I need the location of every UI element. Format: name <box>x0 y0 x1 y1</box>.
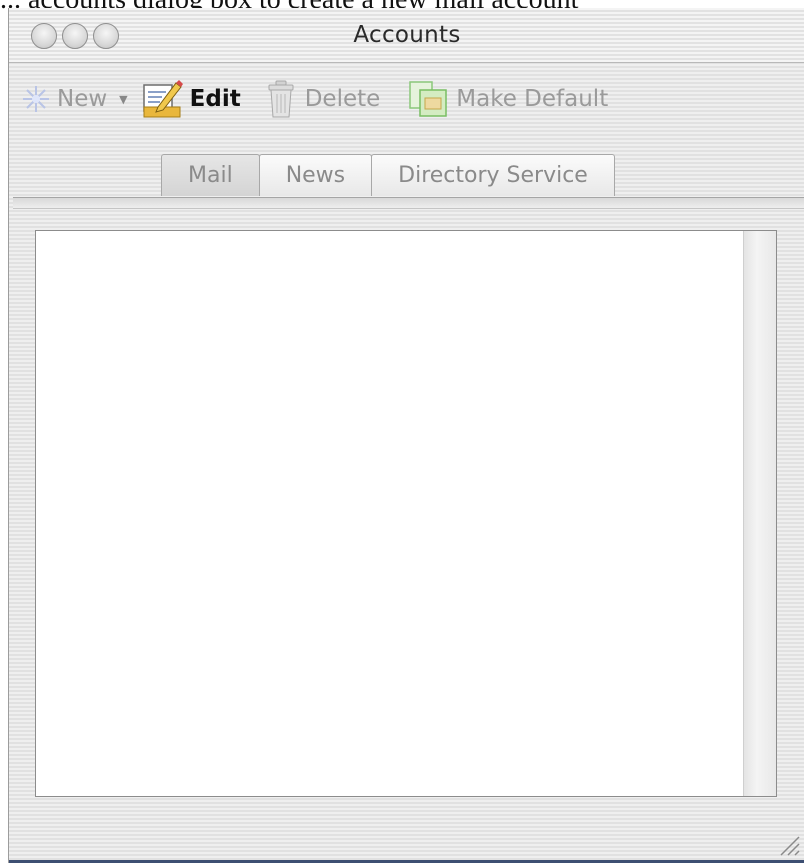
resize-grip-icon[interactable] <box>775 831 801 857</box>
trash-can-icon <box>267 79 295 119</box>
account-type-tabs: Mail News Directory Service <box>161 154 615 198</box>
title-bar[interactable]: Accounts <box>9 8 804 63</box>
sparkle-icon <box>21 84 51 114</box>
make-default-button[interactable]: Make Default <box>408 80 608 118</box>
edit-button[interactable]: Edit <box>142 79 241 119</box>
window-title: Accounts <box>353 22 461 48</box>
tab-news-label: News <box>285 163 346 188</box>
tab-mail-label: Mail <box>188 163 233 188</box>
tab-news[interactable]: News <box>258 154 373 196</box>
tab-mail[interactable]: Mail <box>161 154 260 196</box>
edit-pencil-icon <box>142 79 184 119</box>
accounts-list[interactable] <box>35 230 777 797</box>
delete-button[interactable]: Delete <box>267 79 381 119</box>
accounts-window: Accounts New ▼ Edit Delete Make Default … <box>8 8 804 863</box>
delete-label: Delete <box>304 86 381 112</box>
make-default-label: Make Default <box>456 86 609 112</box>
tab-directory-service[interactable]: Directory Service <box>371 154 615 196</box>
vertical-scrollbar[interactable] <box>743 231 776 796</box>
tab-divider <box>13 197 804 209</box>
new-button[interactable]: New ▼ <box>21 84 128 114</box>
new-label: New <box>57 86 108 112</box>
make-default-icon <box>408 80 448 118</box>
toolbar: New ▼ Edit Delete Make Default <box>9 76 804 122</box>
tab-directory-service-label: Directory Service <box>398 163 588 188</box>
new-dropdown-arrow-icon[interactable]: ▼ <box>119 93 127 106</box>
edit-label: Edit <box>189 86 241 112</box>
